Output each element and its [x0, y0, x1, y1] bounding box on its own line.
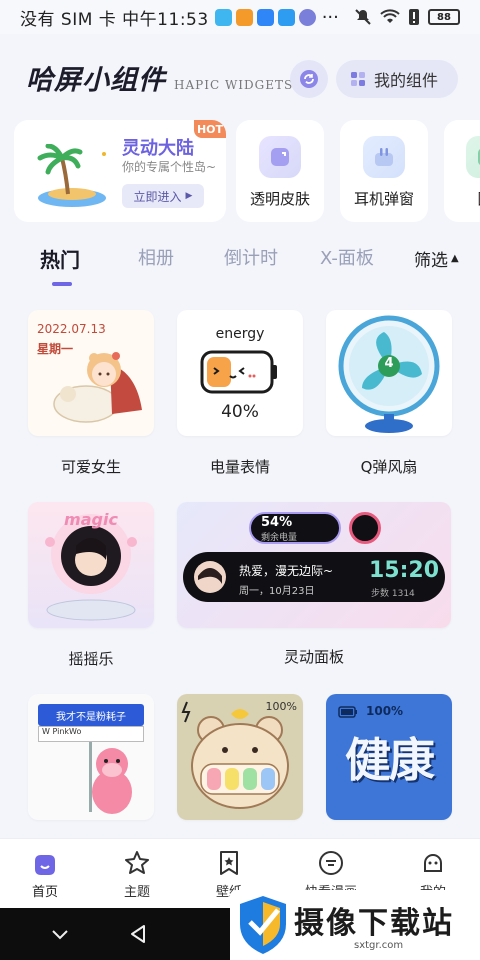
fan-speed: 4	[384, 356, 394, 371]
promo-card-dynamic-island[interactable]: HOT 灵动大陆 你的专属个性岛~ 立即进入 ▶	[14, 120, 226, 222]
category-tabs: 热门 相册 倒计时 X-面板 筛选 ▲	[0, 236, 480, 292]
widget-swing[interactable]: magic	[28, 502, 154, 628]
widget-bear[interactable]: 100%	[177, 694, 303, 820]
panel-time: 15:20	[369, 558, 440, 583]
wifi-icon	[380, 9, 400, 23]
app-header: 哈屏小组件 HAPIC WIDGETS 我的组件	[0, 52, 480, 108]
panel-battery-caption: 剩余电量	[261, 533, 298, 543]
filter-button[interactable]: 筛选 ▲	[414, 246, 459, 271]
tab-x-panel[interactable]: X-面板	[320, 244, 374, 270]
brand-title: 哈屏小组件	[26, 65, 166, 96]
notification-app-icons	[214, 8, 316, 26]
mute-icon	[355, 9, 371, 25]
watermark-text: 摄像下载站	[294, 906, 454, 941]
bookmark-icon	[220, 851, 238, 875]
chevron-down-icon[interactable]	[48, 922, 72, 946]
promo-title: 灵动大陆	[122, 138, 194, 159]
tab-hot[interactable]: 热门	[40, 244, 80, 273]
widget-sign[interactable]: 我才不是粉耗子 W PinkWo	[28, 694, 154, 820]
magic-banner: magic	[64, 510, 118, 529]
song-title: 热爱，漫无边际~	[239, 564, 334, 578]
nav-label: 首页	[31, 885, 58, 900]
battery-face-icon	[200, 350, 277, 394]
carrier-time: 没有 SIM 卡 中午11:53	[20, 9, 209, 30]
star-icon	[125, 851, 149, 874]
widget-label: 电量表情	[209, 458, 270, 476]
app-notification-icon	[256, 8, 274, 26]
refresh-icon	[300, 70, 318, 88]
active-tab-indicator	[52, 282, 72, 286]
pink-beaver-illustration	[89, 742, 132, 814]
feature-earphone-popup[interactable]: 耳机弹窗	[340, 120, 428, 222]
tab-countdown[interactable]: 倒计时	[224, 244, 278, 270]
widgets-icon	[351, 72, 365, 86]
widget-label: 灵动面板	[283, 648, 344, 666]
bear-battery-illustration	[181, 701, 289, 809]
back-icon[interactable]	[126, 922, 150, 946]
tab-album[interactable]: 相册	[138, 244, 174, 270]
app-notification-icon	[235, 8, 253, 26]
battery-percent: 40%	[221, 402, 259, 422]
profile-icon	[424, 854, 442, 872]
brand-subtitle: HAPIC WIDGETS	[174, 78, 294, 92]
widget-battery-face[interactable]: energy 40%	[177, 310, 303, 436]
feature-label: 透明皮肤	[249, 190, 310, 208]
widget-grid: 2022.07.13 星期一 可爱女生 energy 40% 电量表情 4 Q弹…	[0, 300, 480, 840]
widget-dynamic-panel[interactable]: 54% 剩余电量 热爱，漫无边际~ 周一，10月23日 15:20 步数 131…	[177, 502, 451, 628]
transparent-skin-icon	[259, 136, 301, 178]
alert-icon	[409, 9, 419, 25]
widget-label: 摇摇乐	[68, 650, 114, 668]
hot-badge: HOT	[194, 120, 226, 138]
island-illustration	[37, 144, 106, 207]
app-notification-icon	[277, 8, 295, 26]
app-notification-icon	[214, 8, 232, 26]
panel-battery-percent: 54%	[261, 515, 293, 530]
refresh-button[interactable]	[290, 60, 328, 98]
battery-indicator: 88	[428, 9, 460, 25]
battery-small-icon	[338, 706, 357, 718]
watermark: 摄像下载站 sxtgr.com	[230, 890, 480, 960]
status-bar: 没有 SIM 卡 中午11:53 ··· 88	[0, 0, 480, 34]
watermark-shield-logo	[240, 896, 286, 954]
enter-now-button[interactable]: 立即进入 ▶	[122, 184, 204, 208]
brand: 哈屏小组件 HAPIC WIDGETS	[26, 58, 293, 97]
health-percent: 100%	[366, 704, 404, 718]
fan-illustration	[338, 315, 440, 433]
widget-label: 可爱女生	[60, 458, 121, 476]
home-icon	[35, 855, 55, 875]
widget-cute-girl[interactable]: 2022.07.13 星期一	[28, 310, 154, 436]
health-text: 健康	[345, 733, 435, 787]
feature-label: 耳机弹窗	[353, 190, 414, 208]
comic-icon	[319, 851, 343, 875]
widget-health[interactable]: 100% 健康	[326, 694, 452, 820]
picture-icon	[466, 136, 480, 178]
promo-subtitle: 你的专属个性岛~	[122, 160, 217, 174]
nav-home[interactable]: 首页	[10, 849, 80, 900]
panel-date: 周一，10月23日	[239, 586, 315, 597]
feature-picture[interactable]: 图	[444, 120, 480, 222]
more-notifications: ···	[321, 6, 339, 28]
play-arrow-icon: ▶	[185, 191, 193, 201]
my-widgets-label: 我的组件	[374, 71, 439, 90]
music-icon	[298, 8, 316, 26]
nav-themes[interactable]: 主题	[102, 849, 172, 900]
feature-transparent-skin[interactable]: 透明皮肤	[236, 120, 324, 222]
nav-label: 主题	[123, 885, 150, 900]
my-widgets-button[interactable]: 我的组件	[336, 60, 458, 98]
widget-label: Q弹风扇	[360, 458, 418, 476]
enter-now-label: 立即进入	[133, 189, 182, 204]
earphone-icon	[363, 136, 405, 178]
singer-avatar	[194, 561, 226, 593]
record-ring-icon	[349, 512, 381, 544]
girl-sheep-illustration	[53, 352, 142, 423]
watermark-url: sxtgr.com	[354, 940, 404, 951]
feature-cards-row: HOT 灵动大陆 你的专属个性岛~ 立即进入 ▶ 透明皮肤 耳机弹窗 图	[14, 120, 480, 222]
energy-heading: energy	[215, 326, 265, 342]
panel-steps: 步数 1314	[371, 589, 415, 599]
filter-label: 筛选	[414, 251, 448, 271]
widget-q-fan[interactable]: 4	[326, 310, 452, 436]
caret-up-icon: ▲	[451, 253, 459, 264]
